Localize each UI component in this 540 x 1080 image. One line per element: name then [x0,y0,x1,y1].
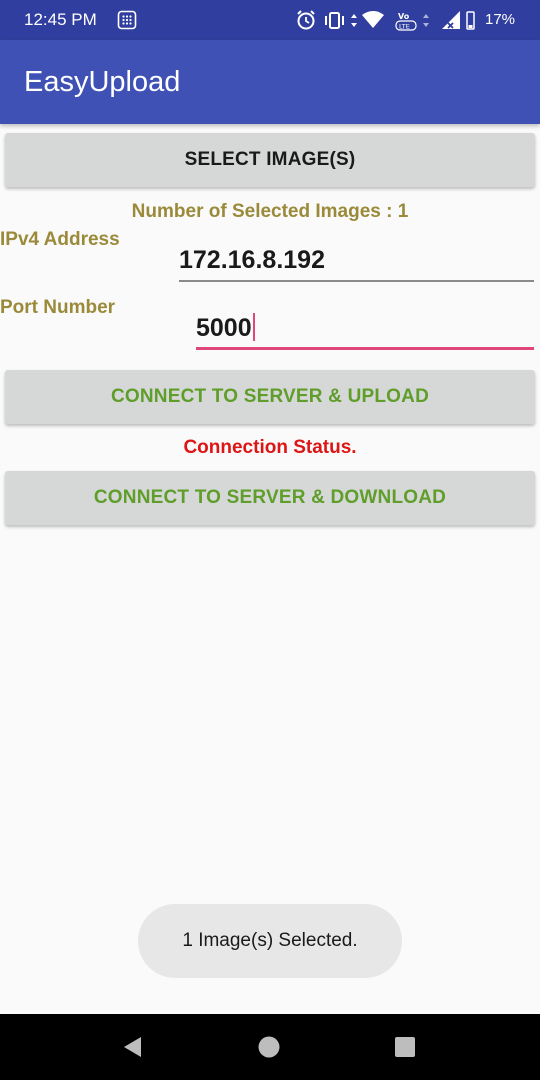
connect-download-button[interactable]: CONNECT TO SERVER & DOWNLOAD [5,471,535,525]
select-images-button[interactable]: SELECT IMAGE(S) [5,133,535,187]
ipv4-address-value: 172.16.8.192 [179,246,325,274]
data-arrows-icon [351,14,357,27]
svg-text:Vo: Vo [398,12,410,21]
connect-upload-button[interactable]: CONNECT TO SERVER & UPLOAD [5,370,535,424]
app-title: EasyUpload [24,66,181,98]
port-number-input[interactable]: 5000 [196,311,534,350]
status-icons: Vo LTE [297,10,475,31]
svg-text:LTE: LTE [399,23,410,31]
navigation-bar [0,1014,540,1080]
vibrate-icon [325,12,344,29]
battery-icon [466,11,475,30]
wifi-icon [362,11,384,29]
port-number-label: Port Number [0,297,116,318]
recents-icon[interactable] [392,1034,418,1060]
text-cursor [252,313,255,341]
app-bar: EasyUpload [0,40,540,124]
home-icon[interactable] [256,1034,282,1060]
volte-icon: Vo LTE [395,12,417,31]
grid-icon [117,10,137,30]
ipv4-address-input[interactable]: 172.16.8.192 [179,244,534,282]
battery-percent: 17% [485,11,516,28]
ipv4-address-label: IPv4 Address [0,229,120,250]
signal-icon [442,11,460,29]
status-bar: 12:45 PM Vo LTE 17% [0,0,540,40]
alarm-icon [297,10,315,30]
toast-message: 1 Image(s) Selected. [138,904,402,978]
connection-status: Connection Status. [183,437,357,458]
selected-images-count: Number of Selected Images : 1 [131,201,409,222]
status-time: 12:45 PM [24,10,97,29]
port-number-value: 5000 [196,314,252,342]
back-icon[interactable] [120,1034,146,1060]
signal-data-arrows-icon [423,14,429,27]
